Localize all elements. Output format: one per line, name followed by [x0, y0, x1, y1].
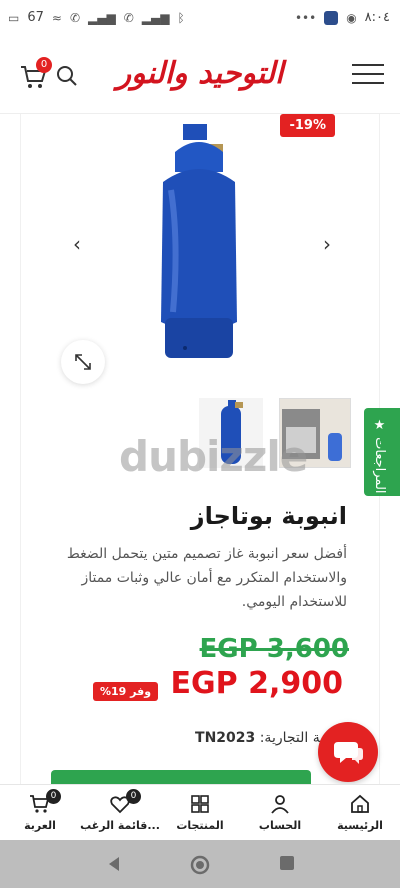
- home-circle-icon[interactable]: [189, 854, 211, 876]
- discount-badge: -19%: [280, 114, 335, 137]
- signal-icon-2: ▂▄▆: [141, 10, 170, 25]
- user-icon: [271, 795, 289, 814]
- nav-wishlist[interactable]: 0 قائمة الرغب...: [80, 785, 160, 840]
- home-icon: [351, 794, 369, 813]
- status-right: ••• ◉ ٨:٠٤: [295, 10, 390, 25]
- signal-icon: ▂▄▆: [88, 10, 116, 25]
- wifi-icon: ≈: [51, 10, 62, 25]
- system-navigation-bar: [0, 840, 400, 888]
- more-dots-icon: •••: [294, 10, 317, 25]
- header-search-button[interactable]: [56, 65, 78, 87]
- chat-icon: [334, 742, 363, 764]
- bluetooth-icon: ᛒ: [177, 10, 185, 25]
- battery-icon: ▭: [8, 10, 20, 25]
- status-time: ٨:٠٤: [364, 10, 390, 25]
- savings-badge: وفر 19%: [93, 682, 159, 701]
- brand-logo[interactable]: التوحيد والنور: [110, 52, 290, 96]
- search-icon: [57, 66, 77, 86]
- brand-value: TN2023: [195, 730, 256, 746]
- message-notification-icon: [324, 10, 339, 25]
- menu-line: [352, 73, 384, 75]
- expand-icon: [75, 354, 91, 370]
- nav-account[interactable]: الحساب: [240, 785, 320, 840]
- product-description: أفضل سعر انبوبة غاز تصميم متين يتحمل الض…: [66, 546, 347, 610]
- nav-label: قائمة الرغب...: [80, 819, 160, 832]
- wishlist-badge: 0: [126, 789, 141, 804]
- call-icon-2: ✆: [123, 10, 134, 25]
- gallery-prev-button[interactable]: ‹: [73, 232, 81, 256]
- menu-line: [352, 82, 384, 84]
- menu-button[interactable]: [352, 64, 384, 88]
- product-title: انبوبة بوتاجاز: [190, 502, 347, 530]
- recents-icon[interactable]: [278, 854, 296, 872]
- bottom-navigation: الرئيسية الحساب المنتجات 0 قائمة الرغب..…: [0, 784, 400, 840]
- chat-notification-icon: ◉: [346, 10, 357, 25]
- nav-label: الرئيسية: [337, 819, 383, 832]
- grid-icon: [191, 795, 209, 813]
- app-screen: ▭ 67 ≈ ✆ ▂▄▆ ✆ ▂▄▆ ᛒ ••• ◉ ٨:٠٤ 0 التوحي…: [0, 0, 400, 888]
- cart-badge: 0: [46, 789, 61, 804]
- current-price: EGP 2,900: [170, 666, 343, 701]
- old-price: EGP 3,600: [199, 634, 349, 664]
- gallery-next-button[interactable]: ›: [323, 232, 331, 256]
- nav-cart[interactable]: 0 العربة: [0, 785, 80, 840]
- back-icon[interactable]: [104, 854, 124, 874]
- menu-line: [352, 64, 384, 66]
- nav-label: الحساب: [258, 819, 302, 832]
- add-to-cart-button[interactable]: [51, 770, 311, 784]
- nav-products[interactable]: المنتجات: [160, 785, 240, 840]
- call-icon: ✆: [69, 10, 81, 25]
- product-section: -19% ‹ › dubizzle انبوبة بوتاجاز أفضل سع…: [20, 114, 380, 784]
- product-image[interactable]: [139, 122, 259, 378]
- reviews-tab[interactable]: ★ المراجعات: [364, 408, 400, 496]
- cart-count-badge: 0: [36, 57, 52, 73]
- dubizzle-watermark: dubizzle: [119, 432, 308, 481]
- nav-label: المنتجات: [176, 819, 224, 832]
- status-bar: ▭ 67 ≈ ✆ ▂▄▆ ✆ ▂▄▆ ᛒ ••• ◉ ٨:٠٤: [0, 0, 400, 38]
- status-left: ▭ 67 ≈ ✆ ▂▄▆ ✆ ▂▄▆ ᛒ: [8, 10, 185, 25]
- reviews-tab-label: ★ المراجعات: [372, 418, 387, 494]
- zoom-button[interactable]: [61, 340, 105, 384]
- nav-home[interactable]: الرئيسية: [320, 785, 400, 840]
- chat-button[interactable]: [318, 722, 378, 782]
- battery-level: 67: [27, 10, 44, 25]
- site-header: 0 التوحيد والنور: [0, 38, 400, 114]
- nav-label: العربة: [24, 819, 56, 832]
